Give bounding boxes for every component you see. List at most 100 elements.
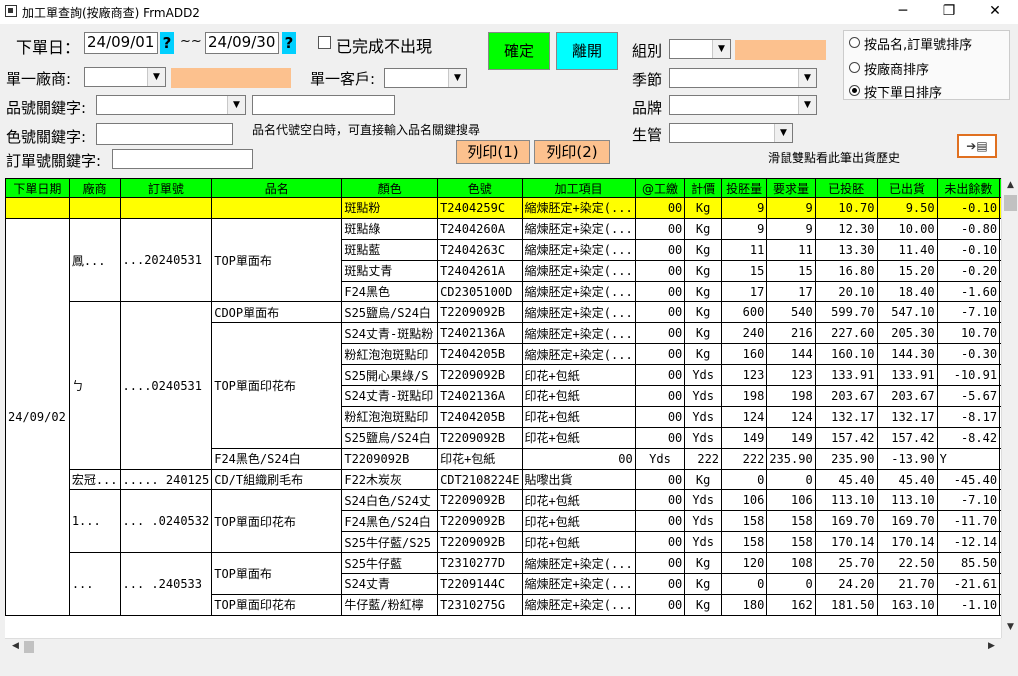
product-cell: TOP單面印花布 [211, 593, 343, 616]
cell-unit: Kg [684, 238, 723, 261]
order-cell: ... .0240532 [119, 489, 213, 554]
horizontal-scrollbar[interactable]: ◀ ▶ [5, 638, 1001, 656]
table-row[interactable]: 宏冠........ 240125 CD/T組織刷毛布 F22木炭灰 CDT21082… [6, 468, 1018, 491]
cell-color: 斑點藍 [341, 238, 439, 261]
product-keyword-input[interactable] [252, 95, 395, 115]
order-cell [119, 197, 213, 219]
cell-code: T2404205B [437, 343, 523, 366]
table-row[interactable]: ㄅ ....0240531 CDOP單面布 S25鹽烏/S24白 T2209092B 縮煉… [6, 301, 1018, 470]
cell-c: 16.80 [814, 259, 878, 282]
product-keyword-select[interactable]: ▼ [96, 95, 246, 115]
cell-e: -0.30 [936, 343, 1001, 366]
cell-unit: Yds [684, 489, 723, 512]
results-grid[interactable]: 下單日期 廠商 訂單號 品名 顏色 色號 加工項目 @工繳 計價 投胚量 要求量 已投胚 已出貨 未出餘數… [5, 178, 1018, 638]
vertical-scroll-thumb[interactable] [1004, 195, 1017, 211]
column-header[interactable]: 已出貨 [876, 178, 938, 198]
cell-unit: Yds [684, 364, 723, 387]
cell-fee: 00 [634, 593, 686, 616]
cell-e: -8.17 [936, 405, 1001, 428]
minimize-button[interactable]: ─ [880, 0, 926, 24]
cell-a: 160 [721, 343, 768, 366]
cell-b: 106 [766, 489, 816, 512]
print1-button[interactable]: 列印(1) [456, 140, 530, 164]
column-header[interactable]: 已投胚 [814, 178, 878, 198]
cell-c: 13.30 [814, 238, 878, 261]
cell-process: 縮煉胚定+染定(... [521, 217, 636, 240]
column-header[interactable]: @工繳 [634, 178, 686, 198]
vendor-select[interactable]: ▼ [84, 67, 166, 87]
maximize-button[interactable]: ❐ [926, 0, 972, 24]
table-row[interactable]: 24/09/02 鳳... ...20240531 TOP單面布 斑點綠 T2404260… [5, 217, 1018, 616]
scroll-down-icon[interactable]: ▼ [1002, 622, 1018, 632]
exclude-completed-checkbox[interactable] [318, 36, 331, 49]
cell-a: 149 [721, 426, 768, 449]
manager-select[interactable]: ▼ [669, 123, 793, 143]
cell-process: 印花+包紙 [521, 364, 636, 387]
cell-color: F24黑色 [341, 280, 439, 303]
vendor-cell: 宏冠... [68, 468, 121, 491]
vertical-scrollbar[interactable]: ▲ ▼ [1001, 178, 1018, 638]
cell-a: 222 [684, 447, 723, 470]
color-keyword-input[interactable] [96, 123, 233, 145]
table-row[interactable]: ...... .240533 TOP單面布 S25牛仔藍 T2310277D 縮煉胚定+… [6, 552, 1018, 616]
cell-d: 169.70 [876, 510, 938, 533]
column-header[interactable]: 下單日期 [5, 178, 70, 198]
column-header[interactable]: 顏色 [341, 178, 439, 198]
date-to-input[interactable]: 24/09/30 [205, 32, 279, 54]
leave-button[interactable]: 離開 [556, 32, 618, 70]
scroll-right-icon[interactable]: ▶ [983, 641, 1000, 651]
order-keyword-input[interactable] [112, 149, 253, 169]
export-icon[interactable]: ➔▤ [957, 134, 997, 158]
product-cell: TOP單面布 [211, 552, 343, 595]
cell-e: -0.20 [936, 259, 1001, 282]
sort-by-product-radio[interactable] [849, 37, 860, 48]
column-header[interactable]: 未出餘數 [936, 178, 1001, 198]
cell-d: 133.91 [876, 364, 938, 387]
scroll-left-icon[interactable]: ◀ [7, 641, 24, 651]
date-to-picker-button[interactable]: ? [282, 32, 296, 54]
cell-fee: 00 [634, 280, 686, 303]
cell-unit: Yds [684, 426, 723, 449]
column-header[interactable]: 要求量 [766, 178, 816, 198]
group-select[interactable]: ▼ [669, 39, 731, 59]
cell-process: 印花+包紙 [521, 510, 636, 533]
cell-a: 124 [721, 405, 768, 428]
cell-d: 21.70 [876, 573, 938, 595]
column-header[interactable]: 色號 [437, 178, 523, 198]
horizontal-scroll-thumb[interactable] [24, 641, 34, 653]
date-from-input[interactable]: 24/09/01 [84, 32, 158, 54]
product-cell: TOP單面印花布 [211, 322, 343, 449]
cell-fee: 00 [634, 238, 686, 261]
customer-select[interactable]: ▼ [384, 68, 467, 88]
column-header[interactable]: 投胚量 [721, 178, 768, 198]
column-header[interactable]: 計價 [684, 178, 723, 198]
date-from-picker-button[interactable]: ? [160, 32, 174, 54]
table-row[interactable]: 斑點粉 T2404259C 縮煉胚定+染定(... 00 Kg 9 9 10.70 9.50 -0… [5, 197, 1018, 219]
group-label: 組別 [632, 42, 663, 60]
table-row[interactable]: 1...... .0240532 TOP單面印花布 S24白色/S24丈 T22090… [6, 489, 1018, 554]
cell-fee: 00 [634, 468, 686, 491]
cell-code: T2209092B [437, 426, 523, 449]
product-cell: TOP單面布 [211, 217, 343, 303]
cell-e: -1.10 [936, 593, 1001, 616]
scroll-up-icon[interactable]: ▲ [1002, 180, 1018, 190]
column-header[interactable]: 品名 [211, 178, 343, 198]
cell-a: 15 [721, 259, 768, 282]
cell-code: T2404263C [437, 238, 523, 261]
confirm-button[interactable]: 確定 [488, 32, 550, 70]
cell-fee: 00 [634, 405, 686, 428]
column-header[interactable]: 廠商 [68, 178, 121, 198]
cell-b: 0 [766, 468, 816, 491]
column-header[interactable]: 訂單號 [119, 178, 213, 198]
sort-by-date-radio[interactable] [849, 85, 860, 96]
brand-select[interactable]: ▼ [669, 95, 817, 115]
season-select[interactable]: ▼ [669, 68, 817, 88]
column-header[interactable]: 加工項目 [521, 178, 636, 198]
close-button[interactable]: ✕ [972, 0, 1018, 24]
manager-label: 生管 [632, 126, 663, 144]
sort-by-vendor-radio[interactable] [849, 62, 860, 73]
order-cell: ..... 240125 [119, 468, 213, 491]
cell-fee: 00 [634, 510, 686, 533]
print2-button[interactable]: 列印(2) [534, 140, 610, 164]
cell-color: F24黑色/S24白 [211, 447, 343, 470]
